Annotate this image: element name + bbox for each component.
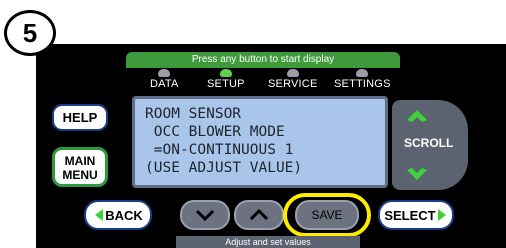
lcd-display: ROOM SENSOR OCC BLOWER MODE =ON-CONTINUO… (132, 96, 388, 188)
lcd-line-3: =ON-CONTINUOUS 1 (145, 142, 294, 158)
start-display-banner: Press any button to start display (126, 52, 400, 68)
chevron-up-icon (249, 208, 269, 221)
select-button[interactable]: SELECT (378, 200, 454, 230)
triangle-right-icon (437, 209, 446, 221)
chevron-up-icon (407, 110, 427, 122)
main-menu-label-line2: MENU (62, 168, 98, 182)
step-badge: 5 (4, 10, 56, 56)
scroll-down-button[interactable] (404, 166, 430, 184)
mode-settings-label: SETTINGS (334, 78, 391, 90)
mode-data-label: DATA (150, 78, 179, 90)
lcd-line-2: OCC BLOWER MODE (145, 124, 285, 140)
lcd-line-1: ROOM SENSOR (145, 106, 242, 122)
scroll-label: SCROLL (404, 136, 454, 150)
mode-service[interactable]: SERVICE (268, 69, 318, 90)
help-button[interactable]: HELP (52, 104, 108, 131)
back-label: BACK (105, 207, 143, 223)
scroll-control: SCROLL (392, 100, 468, 190)
adjust-caption: Adjust and set values (176, 236, 360, 248)
chevron-down-icon (407, 168, 427, 180)
adjust-up-button[interactable] (234, 200, 284, 230)
main-menu-label-line1: MAIN (64, 154, 96, 168)
mode-setup[interactable]: SETUP (207, 69, 245, 90)
mode-settings-indicator (356, 69, 369, 77)
mode-service-label: SERVICE (268, 78, 318, 90)
back-button[interactable]: BACK (84, 200, 152, 230)
scroll-up-button[interactable] (404, 106, 430, 124)
mode-setup-indicator (219, 69, 232, 77)
chevron-down-icon (195, 209, 215, 222)
lcd-line-4: (USE ADJUST VALUE) (145, 160, 303, 176)
step-number: 5 (22, 17, 38, 48)
main-menu-button[interactable]: MAIN MENU (52, 147, 108, 187)
mode-data-indicator (158, 69, 171, 77)
mode-service-indicator (286, 69, 299, 77)
save-button[interactable]: SAVE (295, 200, 359, 230)
mode-settings[interactable]: SETTINGS (334, 69, 391, 90)
mode-setup-label: SETUP (207, 78, 245, 90)
adjust-down-button[interactable] (180, 200, 230, 230)
triangle-left-icon (95, 209, 104, 221)
mode-data[interactable]: DATA (150, 69, 179, 90)
select-label: SELECT (384, 207, 436, 223)
